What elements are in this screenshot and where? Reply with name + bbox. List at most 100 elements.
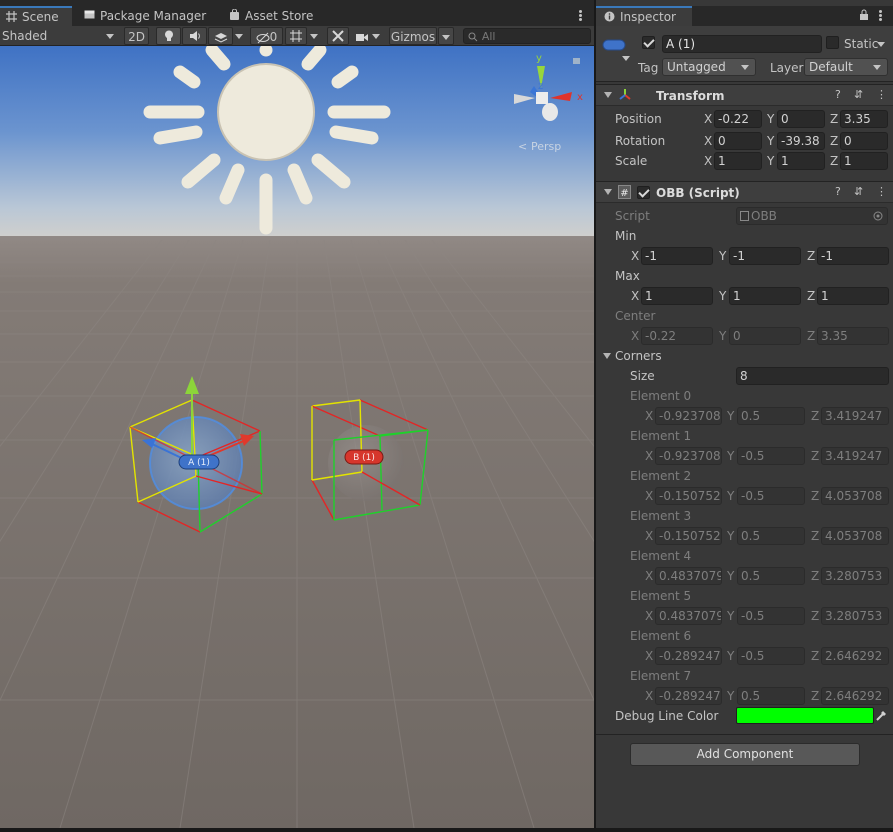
obb-script-header[interactable]: # OBB (Script) ? ⇵ ⋮ bbox=[596, 181, 893, 203]
help-icon[interactable]: ? bbox=[835, 88, 841, 102]
position-y-field[interactable]: 0 bbox=[777, 110, 825, 128]
debug-line-color-swatch[interactable] bbox=[736, 707, 874, 724]
corner-element-z-field[interactable]: 3.419247 bbox=[821, 447, 889, 465]
max-z-field[interactable]: 1 bbox=[817, 287, 889, 305]
layer-dropdown[interactable]: Default bbox=[804, 58, 888, 76]
scale-z-field[interactable]: 1 bbox=[840, 152, 888, 170]
corner-element-y-field[interactable]: -0.5 bbox=[737, 607, 805, 625]
corner-element-z-field[interactable]: 3.280753 bbox=[821, 607, 889, 625]
component-menu-icon[interactable]: ⋮ bbox=[876, 185, 887, 199]
scale-y-field[interactable]: 1 bbox=[777, 152, 825, 170]
scene-menu-icon[interactable] bbox=[579, 10, 583, 22]
corner-element-x-field[interactable]: 0.4837079 bbox=[655, 607, 722, 625]
foldout-arrow-icon[interactable] bbox=[604, 92, 612, 98]
foldout-arrow-icon[interactable] bbox=[604, 189, 612, 195]
center-x-field: -0.22 bbox=[641, 327, 713, 345]
corner-element-x-label: X bbox=[645, 489, 654, 503]
corners-label[interactable]: Corners bbox=[615, 348, 662, 364]
scale-z-value: 1 bbox=[844, 154, 852, 168]
gizmos-dropdown[interactable] bbox=[438, 27, 454, 45]
tab-inspector[interactable]: Inspector bbox=[596, 6, 692, 26]
corner-element-y-field[interactable]: 0.5 bbox=[737, 567, 805, 585]
scene-search-input[interactable]: All bbox=[463, 28, 591, 44]
corner-element-y-field[interactable]: 0.5 bbox=[737, 527, 805, 545]
gizmos-button[interactable]: Gizmos bbox=[389, 27, 437, 45]
obb-enabled-checkbox[interactable] bbox=[637, 186, 650, 199]
lock-icon[interactable] bbox=[573, 58, 580, 64]
position-z-field[interactable]: 3.35 bbox=[840, 110, 888, 128]
corner-element-z-field[interactable]: 2.646292 bbox=[821, 687, 889, 705]
help-icon[interactable]: ? bbox=[835, 185, 841, 199]
max-z-value: 1 bbox=[821, 289, 829, 303]
hidden-objects-toggle[interactable]: 0 bbox=[250, 27, 283, 45]
tab-package-manager[interactable]: Package Manager bbox=[78, 6, 218, 26]
corner-element-x-field[interactable]: -0.1507528 bbox=[655, 487, 722, 505]
corner-element-z-field[interactable]: 3.280753 bbox=[821, 567, 889, 585]
lighting-toggle-button[interactable] bbox=[156, 27, 181, 45]
lock-icon[interactable] bbox=[859, 9, 869, 21]
corners-foldout-icon[interactable] bbox=[603, 353, 611, 359]
corners-size-field[interactable]: 8 bbox=[736, 367, 889, 385]
corner-element-z-field[interactable]: 4.053708 bbox=[821, 487, 889, 505]
tab-asset-store[interactable]: Asset Store bbox=[223, 6, 323, 26]
corner-element-x-field[interactable]: -0.289247 bbox=[655, 647, 722, 665]
chevron-down-icon[interactable] bbox=[877, 42, 885, 47]
max-y-field[interactable]: 1 bbox=[729, 287, 801, 305]
toggle-2d-button[interactable]: 2D bbox=[124, 27, 149, 45]
object-name-field[interactable]: A (1) bbox=[662, 35, 822, 53]
object-active-checkbox[interactable] bbox=[642, 36, 655, 49]
tab-scene[interactable]: Scene bbox=[0, 6, 72, 26]
corner-element-z-field[interactable]: 4.053708 bbox=[821, 527, 889, 545]
rotation-x-field[interactable]: 0 bbox=[714, 132, 762, 150]
camera-dropdown[interactable] bbox=[355, 27, 385, 45]
min-z-field[interactable]: -1 bbox=[817, 247, 889, 265]
corner-element-z-field[interactable]: 2.646292 bbox=[821, 647, 889, 665]
min-y-label: Y bbox=[719, 249, 727, 263]
grid-dropdown-arrow[interactable] bbox=[310, 27, 322, 45]
grid-toggle-button[interactable] bbox=[285, 27, 307, 45]
corner-element-x-field[interactable]: 0.4837079 bbox=[655, 567, 722, 585]
package-icon bbox=[84, 10, 95, 19]
static-checkbox[interactable] bbox=[826, 36, 839, 49]
audio-toggle-button[interactable] bbox=[182, 27, 207, 45]
max-x-value: 1 bbox=[645, 289, 653, 303]
inspector-menu-icon[interactable] bbox=[879, 10, 883, 22]
script-field[interactable]: OBB bbox=[736, 207, 888, 225]
corner-element-x-field[interactable]: -0.923708 bbox=[655, 447, 722, 465]
max-x-field[interactable]: 1 bbox=[641, 287, 713, 305]
corner-element-x-field[interactable]: -0.289247 bbox=[655, 687, 722, 705]
scene-canvas[interactable]: y x z < Persp A (1) B (1) bbox=[0, 46, 594, 828]
object-picker-icon[interactable] bbox=[873, 211, 883, 221]
scene-viewport[interactable]: y x z < Persp A (1) B (1) bbox=[0, 46, 594, 828]
chevron-down-icon[interactable] bbox=[622, 56, 630, 61]
preset-icon[interactable]: ⇵ bbox=[854, 185, 863, 199]
corner-element-z-field[interactable]: 3.419247 bbox=[821, 407, 889, 425]
scale-x-field[interactable]: 1 bbox=[714, 152, 762, 170]
tag-dropdown[interactable]: Untagged bbox=[662, 58, 756, 76]
tools-button[interactable] bbox=[327, 27, 349, 45]
shading-mode-dropdown[interactable]: Shaded bbox=[2, 27, 117, 45]
gameobject-icon[interactable] bbox=[602, 38, 626, 52]
preset-icon[interactable]: ⇵ bbox=[854, 88, 863, 102]
min-y-field[interactable]: -1 bbox=[729, 247, 801, 265]
obb-title: OBB (Script) bbox=[656, 186, 740, 200]
effects-dropdown-arrow[interactable] bbox=[235, 27, 247, 45]
corner-element-y-field[interactable]: -0.5 bbox=[737, 447, 805, 465]
transform-header[interactable]: Transform ? ⇵ ⋮ bbox=[596, 84, 893, 106]
add-component-button[interactable]: Add Component bbox=[630, 743, 860, 766]
corner-element-y-field[interactable]: -0.5 bbox=[737, 487, 805, 505]
corner-element-x-field[interactable]: -0.1507528 bbox=[655, 527, 722, 545]
effects-dropdown[interactable] bbox=[208, 27, 233, 45]
corner-element-y-field[interactable]: -0.5 bbox=[737, 647, 805, 665]
corner-element-y-field[interactable]: 0.5 bbox=[737, 687, 805, 705]
corner-element-y-field[interactable]: 0.5 bbox=[737, 407, 805, 425]
rotation-y-field[interactable]: -39.38 bbox=[777, 132, 825, 150]
corner-element-x-field[interactable]: -0.923708 bbox=[655, 407, 722, 425]
rotation-z-field[interactable]: 0 bbox=[840, 132, 888, 150]
persp-label[interactable]: < bbox=[518, 140, 527, 153]
component-menu-icon[interactable]: ⋮ bbox=[876, 88, 887, 102]
persp-text[interactable]: Persp bbox=[531, 140, 561, 153]
position-x-field[interactable]: -0.22 bbox=[714, 110, 762, 128]
eyedropper-icon[interactable] bbox=[875, 709, 888, 722]
min-x-field[interactable]: -1 bbox=[641, 247, 713, 265]
